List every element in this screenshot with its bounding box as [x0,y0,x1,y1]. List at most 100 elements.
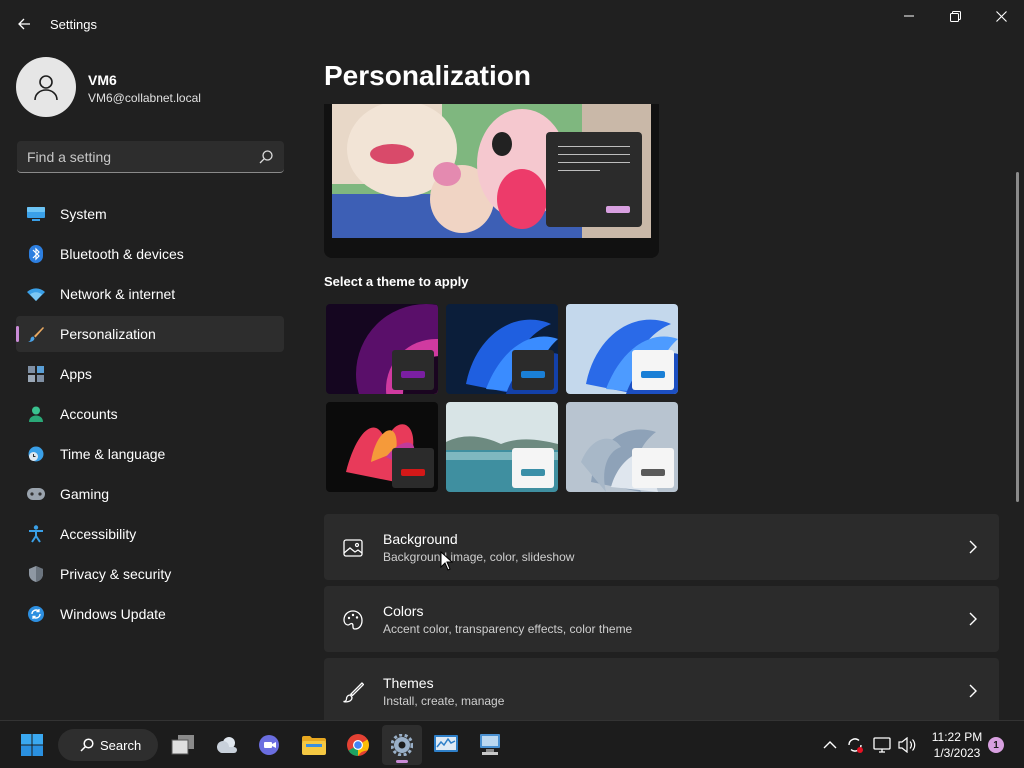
tray-sync-button[interactable] [845,735,865,755]
remote-desktop-button[interactable] [470,725,510,765]
task-view-icon [171,735,194,755]
chevron-up-icon [823,741,837,749]
theme-tile-light-bloom[interactable] [566,304,678,394]
sidebar-item-label: Windows Update [60,606,166,622]
maximize-button[interactable] [932,0,978,32]
chevron-right-icon [969,684,977,698]
theme-accent-swatch [641,469,665,476]
theme-accent-swatch [401,469,425,476]
start-button[interactable] [12,725,52,765]
sidebar-item-label: Bluetooth & devices [60,246,184,262]
sidebar-item-label: Network & internet [60,286,176,302]
preview-accent-button [606,206,630,213]
background-card[interactable]: Background Background image, color, slid… [324,514,999,580]
sidebar-item-label: Time & language [60,446,166,462]
monitor-chart-icon [434,735,458,752]
speaker-icon [898,737,916,753]
brush-icon [343,682,364,703]
gamepad-icon [26,484,46,504]
minimize-icon [904,15,914,17]
theme-tile-flower[interactable] [326,402,438,492]
colors-card[interactable]: Colors Accent color, transparency effect… [324,586,999,652]
task-view-button[interactable] [163,725,203,765]
sidebar-item-windows-update[interactable]: Windows Update [16,596,284,632]
theme-accent-swatch [521,371,545,378]
taskbar-clock[interactable]: 11:22 PM 1/3/2023 [928,729,986,761]
main-content: Personalization Select a theme to apply … [300,48,1024,720]
search-icon[interactable] [258,149,274,165]
notification-badge[interactable]: 1 [988,737,1004,753]
sidebar-item-personalization[interactable]: Personalization [16,316,284,352]
user-email: VM6@collabnet.local [88,91,201,105]
taskbar-search[interactable]: Search [58,729,158,761]
sidebar-item-accounts[interactable]: Accounts [16,396,284,432]
card-subtitle: Background image, color, slideshow [383,550,575,564]
tray-network-button[interactable] [872,735,892,755]
sidebar-item-label: Accessibility [60,526,137,542]
sidebar-item-bluetooth[interactable]: Bluetooth & devices [16,236,284,272]
sidebar-item-label: System [60,206,107,222]
theme-tile-sculpture[interactable] [566,402,678,492]
theme-preview [324,104,659,258]
shield-icon [26,564,46,584]
network-monitor-icon [873,737,891,753]
user-name: VM6 [88,72,117,88]
sidebar-item-label: Apps [60,366,92,382]
search-icon [80,738,94,752]
teams-chat-button[interactable] [250,725,290,765]
theme-tile-dark-bloom[interactable] [446,304,558,394]
sidebar-item-apps[interactable]: Apps [16,356,284,392]
tray-volume-button[interactable] [897,735,917,755]
sidebar-item-privacy[interactable]: Privacy & security [16,556,284,592]
sidebar-item-label: Accounts [60,406,118,422]
sidebar-item-gaming[interactable]: Gaming [16,476,284,512]
search-box [17,141,284,173]
folder-icon [302,736,326,755]
sidebar-item-system[interactable]: System [16,196,284,232]
minimize-button[interactable] [886,0,932,32]
brush-icon [26,324,46,344]
preview-window [546,132,642,227]
title-bar: Settings [0,0,1024,48]
sidebar-item-label: Personalization [60,326,156,342]
palette-icon [343,610,363,630]
theme-tile-glow[interactable] [326,304,438,394]
file-explorer-button[interactable] [294,725,334,765]
chrome-button[interactable] [338,725,378,765]
theme-tile-lake[interactable] [446,402,558,492]
restore-icon [949,10,961,22]
chevron-right-icon [969,540,977,554]
sync-icon [848,738,863,753]
weather-cloud-icon [217,737,237,753]
theme-accent-swatch [641,371,665,378]
gear-icon [391,734,413,756]
windows-logo-icon [21,734,43,756]
back-button[interactable] [10,10,38,38]
close-icon [995,10,1007,22]
resource-monitor-button[interactable] [426,725,466,765]
card-title: Themes [383,675,434,691]
nav-list: System Bluetooth & devices Network & int… [16,196,284,636]
scrollbar[interactable] [1016,172,1019,502]
chat-camera-icon [259,735,279,755]
settings-app-button[interactable] [382,725,422,765]
taskbar: Search 11:22 PM 1/3/2023 1 [0,720,1024,768]
search-input[interactable] [27,141,247,172]
remote-desktop-icon [480,734,500,755]
sidebar-item-accessibility[interactable]: Accessibility [16,516,284,552]
clock-date: 1/3/2023 [933,746,981,760]
tray-overflow-button[interactable] [820,735,840,755]
sidebar-item-label: Privacy & security [60,566,172,582]
avatar[interactable] [16,57,76,117]
widgets-button[interactable] [207,725,247,765]
theme-accent-swatch [401,371,425,378]
card-title: Colors [383,603,424,619]
sidebar-item-time-language[interactable]: Time & language [16,436,284,472]
sidebar: VM6 VM6@collabnet.local System Bluetooth… [0,48,300,720]
apps-icon [26,364,46,384]
sidebar-item-network[interactable]: Network & internet [16,276,284,312]
monitor-icon [26,204,46,224]
close-button[interactable] [978,0,1024,32]
themes-card[interactable]: Themes Install, create, manage [324,658,999,720]
app-title: Settings [50,17,97,32]
